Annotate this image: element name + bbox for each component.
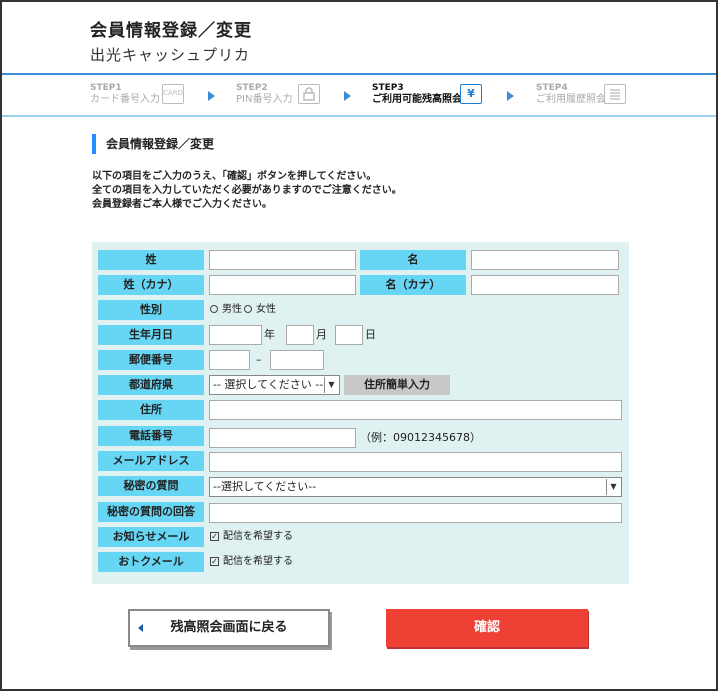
pref-label: 都道府県: [98, 375, 204, 395]
phone-input[interactable]: [209, 428, 356, 448]
step-4-number: STEP4: [536, 83, 568, 93]
step-2: STEP2 PIN番号入力: [236, 83, 292, 113]
yen-icon: ¥: [460, 84, 482, 104]
email-label: メールアドレス: [98, 451, 204, 471]
deal-mail-checkbox[interactable]: ✓: [210, 556, 219, 566]
card-icon: CARD: [162, 84, 184, 104]
postal-first-input[interactable]: [209, 350, 250, 370]
day-unit: 日: [365, 328, 376, 341]
secret-question-label: 秘密の質問: [98, 476, 204, 496]
secret-answer-input[interactable]: [209, 503, 622, 523]
sei-input[interactable]: [209, 250, 356, 270]
phone-example: （例：09012345678）: [360, 431, 481, 444]
step-3-label: ご利用可能残高照会: [372, 94, 462, 105]
postal-second-input[interactable]: [270, 350, 324, 370]
step-2-label: PIN番号入力: [236, 94, 293, 105]
email-input[interactable]: [209, 452, 622, 472]
intro-line: 会員登録者ご本人様でご入力ください。: [92, 199, 272, 210]
step-arrow-icon: [344, 91, 351, 101]
gender-male-label: 男性: [222, 304, 242, 315]
back-to-balance-button[interactable]: 残高照会画面に戻る: [128, 609, 330, 647]
notice-mail-checkbox[interactable]: ✓: [210, 531, 219, 541]
step-1-label: カード番号入力: [90, 94, 160, 105]
month-unit: 月: [316, 328, 327, 341]
page-subtitle: 出光キャッシュプリカ: [90, 46, 251, 64]
page-frame: 会員情報登録／変更 出光キャッシュプリカ STEP1 カード番号入力 CARD …: [0, 0, 718, 691]
back-button-label: 残高照会画面に戻る: [170, 620, 288, 635]
step-arrow-icon: [208, 91, 215, 101]
birth-label: 生年月日: [98, 325, 204, 345]
mei-kana-input[interactable]: [471, 275, 619, 295]
chevron-down-icon: ▼: [324, 377, 338, 393]
address-label: 住所: [98, 400, 204, 420]
sei-kana-label: 姓（カナ）: [98, 275, 204, 295]
deal-mail-option: ✓ 配信を希望する: [210, 552, 293, 572]
list-icon: [604, 84, 626, 104]
year-unit: 年: [264, 328, 275, 341]
phone-label: 電話番号: [98, 426, 204, 446]
intro-text: 以下の項目をご入力のうえ、「確認」ボタンを押してください。 全ての項目を入力して…: [92, 170, 402, 212]
deal-mail-option-label: 配信を希望する: [223, 556, 293, 567]
step-4-label: ご利用履歴照会: [536, 94, 606, 105]
confirm-button[interactable]: 確認: [386, 609, 588, 647]
address-input[interactable]: [209, 400, 622, 420]
secret-question-selected: --選択してください--: [213, 480, 317, 493]
chevron-left-icon: [138, 624, 143, 632]
postal-label: 郵便番号: [98, 350, 204, 370]
intro-line: 以下の項目をご入力のうえ、「確認」ボタンを押してください。: [92, 171, 377, 182]
secret-question-select[interactable]: --選択してください-- ▼: [209, 477, 622, 497]
step-arrow-icon: [507, 91, 514, 101]
pref-selected-value: -- 選択してください --: [213, 378, 324, 391]
page-title: 会員情報登録／変更: [90, 21, 252, 41]
notice-mail-option: ✓ 配信を希望する: [210, 527, 293, 547]
mei-input[interactable]: [471, 250, 619, 270]
step-3-number: STEP3: [372, 83, 404, 93]
step-3: STEP3 ご利用可能残高照会: [372, 83, 462, 113]
gender-male-radio[interactable]: [210, 305, 218, 313]
section-title: 会員情報登録／変更: [92, 134, 214, 154]
notice-mail-option-label: 配信を希望する: [223, 531, 293, 542]
member-form: 姓 名 姓（カナ） 名（カナ） 性別 男性 女性 生年月日 年 月 日 郵便番号 …: [92, 242, 629, 584]
step-1-number: STEP1: [90, 83, 122, 93]
step-indicator: STEP1 カード番号入力 CARD STEP2 PIN番号入力 STEP3 ご…: [2, 75, 716, 117]
notice-mail-label: お知らせメール: [98, 527, 204, 547]
sei-kana-input[interactable]: [209, 275, 356, 295]
intro-line: 全ての項目を入力していただく必要がありますのでご注意ください。: [92, 185, 402, 196]
mei-label: 名: [360, 250, 466, 270]
mei-kana-label: 名（カナ）: [360, 275, 466, 295]
gender-label: 性別: [98, 300, 204, 320]
birth-month-input[interactable]: [286, 325, 314, 345]
pref-select[interactable]: -- 選択してください -- ▼: [209, 375, 340, 395]
gender-female-label: 女性: [256, 304, 276, 315]
chevron-down-icon: ▼: [606, 479, 620, 495]
address-quick-button[interactable]: 住所簡単入力: [344, 375, 450, 395]
secret-answer-label: 秘密の質問の回答: [98, 502, 204, 522]
step-2-number: STEP2: [236, 83, 268, 93]
gender-options: 男性 女性: [210, 300, 276, 320]
gender-female-radio[interactable]: [244, 305, 252, 313]
birth-day-input[interactable]: [335, 325, 363, 345]
step-4: STEP4 ご利用履歴照会: [536, 83, 606, 113]
lock-icon: [298, 84, 320, 104]
deal-mail-label: おトクメール: [98, 552, 204, 572]
step-1: STEP1 カード番号入力: [90, 83, 160, 113]
postal-separator: –: [256, 353, 262, 366]
birth-year-input[interactable]: [209, 325, 262, 345]
sei-label: 姓: [98, 250, 204, 270]
